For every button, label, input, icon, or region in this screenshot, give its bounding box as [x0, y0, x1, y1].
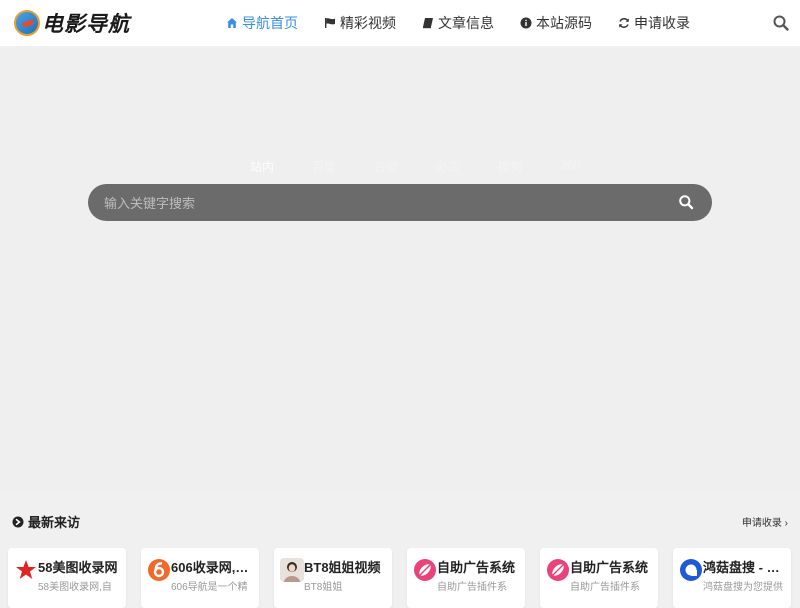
search-tab-google[interactable]: 谷歌 — [374, 158, 398, 175]
nav-label: 文章信息 — [438, 15, 494, 31]
nav-label: 本站源码 — [536, 15, 592, 31]
search-submit-button[interactable] — [678, 194, 694, 210]
feather-logo-icon — [546, 558, 570, 582]
refresh-icon — [618, 17, 630, 29]
card-desc: 606导航是一个精 — [171, 582, 248, 593]
site-card[interactable]: 鸿菇盘搜 - 网盘 鸿菇盘搜为您提供 — [673, 548, 791, 608]
search-engine-tabs: 站内 百度 谷歌 必应 搜狗 360 — [250, 158, 618, 175]
recent-visits-list: 58美图收录网 58美图收录网,自 606收录网,网站 606导航是一个精 BT… — [8, 548, 800, 608]
nav-label: 导航首页 — [242, 15, 298, 31]
header-search-button[interactable] — [772, 14, 790, 32]
site-card[interactable]: 自助广告系统 自助广告插件系 — [407, 548, 525, 608]
mushroom-logo-icon — [679, 558, 703, 582]
avatar-photo-icon — [280, 558, 304, 582]
feather-logo-icon — [413, 558, 437, 582]
apply-listing-link[interactable]: 申请收录 › — [742, 514, 788, 529]
site-card[interactable]: 606收录网,网站 606导航是一个精 — [141, 548, 259, 608]
search-tab-360[interactable]: 360 — [560, 158, 580, 175]
card-title: 自助广告系统 — [437, 560, 516, 575]
search-icon — [679, 195, 694, 210]
card-desc: 自助广告插件系 — [437, 582, 507, 593]
search-bar — [88, 184, 712, 223]
card-desc: BT8姐姐 — [304, 582, 343, 593]
six-logo-icon — [147, 558, 171, 582]
nav-item-articles[interactable]: 文章信息 — [422, 13, 494, 33]
card-desc: 自助广告插件系 — [570, 582, 640, 593]
site-card[interactable]: BT8姐姐视频 BT8姐姐 — [274, 548, 392, 608]
section-title-text: 最新来访 — [28, 515, 81, 530]
main-nav: 导航首页 精彩视频 文章信息 本站源码 申请收录 — [226, 0, 716, 46]
home-icon — [226, 17, 238, 29]
card-title: 58美图收录网 — [38, 560, 118, 575]
search-tab-bing[interactable]: 必应 — [436, 158, 460, 175]
card-title: BT8姐姐视频 — [304, 560, 381, 575]
card-title: 自助广告系统 — [570, 560, 649, 575]
info-circle-icon — [520, 17, 532, 29]
card-desc: 58美图收录网,自 — [38, 582, 112, 593]
nav-item-home[interactable]: 导航首页 — [226, 13, 298, 33]
card-desc: 鸿菇盘搜为您提供 — [703, 582, 783, 593]
search-tab-baidu[interactable]: 百度 — [312, 158, 336, 175]
nav-item-source[interactable]: 本站源码 — [520, 13, 592, 33]
site-logo[interactable]: 电影导航 — [14, 8, 130, 38]
logo-mark-icon — [14, 10, 40, 36]
arrow-circle-right-icon — [12, 516, 24, 527]
search-tab-site[interactable]: 站内 — [250, 158, 274, 175]
nav-item-submit[interactable]: 申请收录 — [618, 13, 690, 33]
site-card[interactable]: 自助广告系统 自助广告插件系 — [540, 548, 658, 608]
card-title: 606收录网,网站 — [171, 560, 255, 575]
nav-label: 精彩视频 — [340, 15, 396, 31]
nav-label: 申请收录 — [634, 15, 690, 31]
logo-text: 电影导航 — [42, 11, 130, 36]
site-card[interactable]: 58美图收录网 58美图收录网,自 — [8, 548, 126, 608]
star-logo-icon — [14, 558, 38, 582]
recent-visits-header: 最新来访 申请收录 › — [12, 512, 788, 530]
search-input[interactable] — [102, 184, 666, 223]
search-icon — [773, 15, 789, 31]
card-title: 鸿菇盘搜 - 网盘 — [703, 560, 787, 575]
section-title: 最新来访 — [12, 512, 80, 531]
nav-item-videos[interactable]: 精彩视频 — [324, 13, 396, 33]
top-header: 电影导航 导航首页 精彩视频 文章信息 本站源码 申请收录 — [0, 0, 800, 46]
book-icon — [422, 17, 434, 29]
flag-icon — [324, 17, 336, 29]
search-tab-sogou[interactable]: 搜狗 — [498, 158, 522, 175]
hero-section: 站内 百度 谷歌 必应 搜狗 360 — [0, 46, 800, 490]
